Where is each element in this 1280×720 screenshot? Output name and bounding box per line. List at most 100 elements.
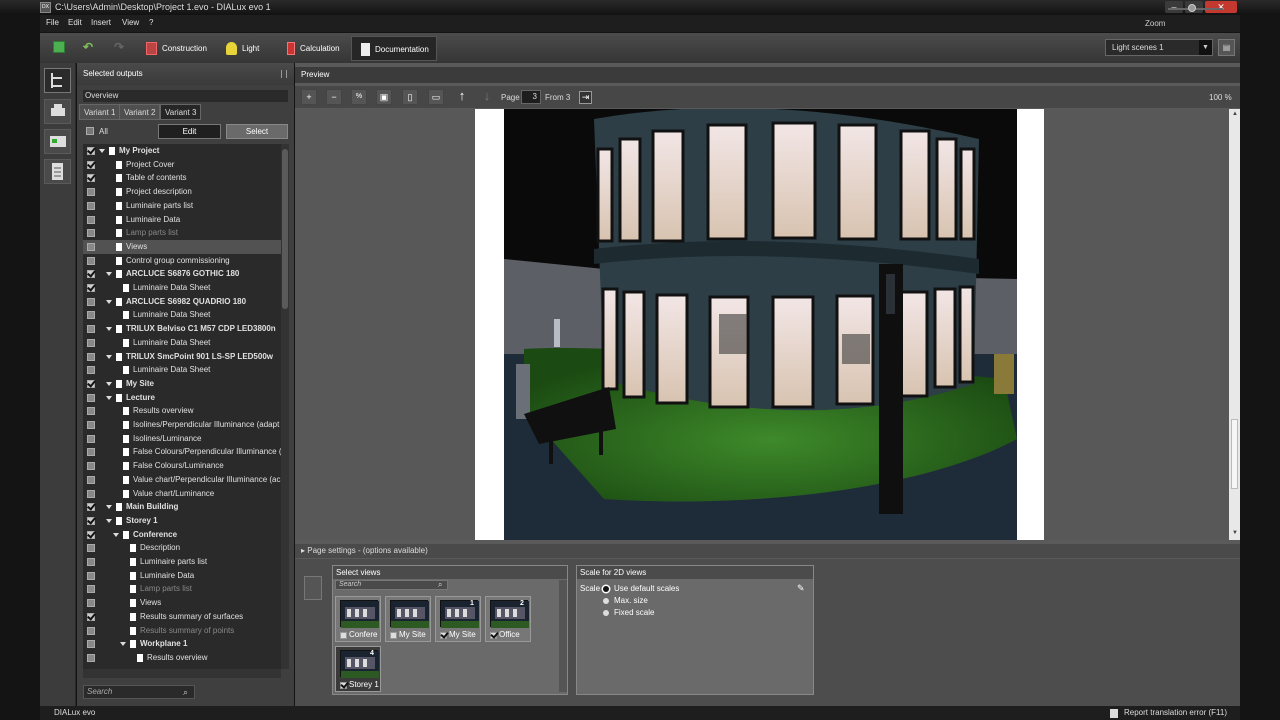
expand-arrow-icon[interactable] (99, 149, 105, 153)
tree-item-checkbox[interactable] (87, 160, 95, 169)
expand-arrow-icon[interactable] (106, 299, 112, 304)
tree-item-checkbox[interactable] (87, 311, 95, 320)
expand-arrow-icon[interactable] (106, 327, 112, 332)
tree-item[interactable]: Lamp parts list (83, 582, 281, 596)
tree-item-checkbox[interactable] (87, 516, 95, 525)
tree-item-checkbox[interactable] (87, 503, 95, 512)
tree-item-checkbox[interactable] (87, 544, 95, 553)
radio-max-size[interactable] (603, 598, 609, 604)
save-icon[interactable] (53, 41, 65, 53)
tree-item-checkbox[interactable] (87, 352, 95, 361)
tree-item-checkbox[interactable] (87, 188, 95, 197)
tree-item[interactable]: Project Cover (83, 158, 281, 172)
tab-variant-2[interactable]: Variant 2 (119, 104, 161, 120)
tree-item[interactable]: Luminaire Data Sheet (83, 281, 281, 295)
document-grid-icon[interactable] (44, 159, 71, 184)
views-scrollbar[interactable] (559, 580, 567, 692)
tree-item[interactable]: My Site (83, 377, 281, 391)
search-icon[interactable]: ⌕ (183, 687, 188, 698)
tree-item[interactable]: False Colours/Luminance (83, 459, 281, 473)
tree-item[interactable]: Project description (83, 185, 281, 199)
tree-item[interactable]: Luminaire Data Sheet (83, 336, 281, 350)
page-settings-bar[interactable]: ▸ Page settings - (options available) (295, 544, 1240, 558)
chevron-down-icon[interactable]: ▼ (1199, 40, 1212, 55)
scrollbar-thumb[interactable] (1231, 419, 1238, 489)
tree-item-checkbox[interactable] (87, 626, 95, 635)
tree-item[interactable]: Luminaire Data (83, 569, 281, 583)
tree-item-checkbox[interactable] (87, 612, 95, 621)
tree-item[interactable]: Main Building (83, 500, 281, 514)
tree-item-checkbox[interactable] (87, 379, 95, 388)
expand-arrow-icon[interactable] (120, 642, 126, 647)
tree-item[interactable]: TRILUX Belviso C1 M57 CDP LED3800n (83, 322, 281, 336)
expand-arrow-icon[interactable] (106, 395, 112, 400)
tree-item[interactable]: ARCLUCE S6982 QUADRIO 180 (83, 295, 281, 309)
light-scene-settings-icon[interactable]: ▤ (1218, 39, 1235, 56)
tree-item[interactable]: Lecture (83, 391, 281, 405)
tree-item[interactable]: Results summary of surfaces (83, 610, 281, 624)
preview-vertical-scrollbar[interactable]: ▲ ▼ (1229, 109, 1240, 540)
page-layout-icon[interactable] (44, 129, 71, 154)
tree-output-icon[interactable] (44, 68, 71, 93)
radio-default-scales[interactable] (603, 586, 609, 592)
tab-documentation[interactable]: Documentation (351, 36, 437, 61)
redo-icon[interactable]: ↷ (114, 40, 124, 54)
tree-item[interactable]: ARCLUCE S6876 GOTHIC 180 (83, 267, 281, 281)
tree-item-checkbox[interactable] (87, 229, 95, 238)
zoom-fit-icon[interactable]: % (351, 89, 367, 105)
tree-item[interactable]: Storey 1 (83, 514, 281, 528)
tree-item[interactable]: Isolines/Perpendicular Illuminance (adap… (83, 418, 281, 432)
tree-item-checkbox[interactable] (87, 201, 95, 210)
tree-item[interactable]: Results summary of points (83, 624, 281, 638)
tree-item[interactable]: Workplane 1 (83, 637, 281, 651)
expand-arrow-icon[interactable] (106, 354, 112, 359)
tree-item[interactable]: Luminaire Data Sheet (83, 308, 281, 322)
tree-item-checkbox[interactable] (87, 338, 95, 347)
menu-file[interactable]: File (46, 18, 59, 27)
tree-item[interactable]: Isolines/Luminance (83, 432, 281, 446)
view-thumbnail-checkbox[interactable] (490, 632, 497, 639)
tree-item[interactable]: Luminaire parts list (83, 199, 281, 213)
tab-calculation[interactable]: Calculation (283, 36, 344, 61)
view-thumbnail-checkbox[interactable] (390, 632, 397, 639)
view-thumbnail[interactable]: 2 Office (485, 596, 531, 642)
view-thumbnail-checkbox[interactable] (340, 632, 347, 639)
tree-item-checkbox[interactable] (87, 325, 95, 334)
tree-item-checkbox[interactable] (87, 640, 95, 649)
page-width-icon[interactable]: ▭ (428, 89, 444, 105)
tree-item-checkbox[interactable] (87, 475, 95, 484)
minimize-icon[interactable]: – (1165, 1, 1183, 13)
outputs-search-input[interactable]: Search (83, 685, 195, 699)
tree-item[interactable]: Description (83, 541, 281, 555)
menu-help[interactable]: ? (149, 18, 153, 27)
tree-item-checkbox[interactable] (87, 393, 95, 402)
tree-item[interactable]: Value chart/Perpendicular Illuminance (a… (83, 473, 281, 487)
menu-insert[interactable]: Insert (91, 18, 111, 27)
tree-item[interactable]: Results overview (83, 404, 281, 418)
tree-item-checkbox[interactable] (87, 653, 95, 662)
tree-item-checkbox[interactable] (87, 558, 95, 566)
light-scenes-select[interactable]: Light scenes 1 (1105, 39, 1213, 56)
tree-item[interactable]: Views (83, 596, 281, 610)
tree-item[interactable]: TRILUX SmcPoint 901 LS-SP LED500w (83, 350, 281, 364)
view-thumbnail-checkbox[interactable] (440, 632, 447, 639)
tree-item[interactable]: Lamp parts list (83, 226, 281, 240)
tree-scrollbar-thumb[interactable] (282, 149, 288, 309)
zoom-in-icon[interactable]: + (301, 89, 317, 105)
tree-item-checkbox[interactable] (87, 270, 95, 279)
tab-light[interactable]: Light (222, 36, 263, 61)
report-icon[interactable] (1110, 709, 1118, 718)
tree-item-checkbox[interactable] (87, 585, 95, 594)
undo-icon[interactable]: ↶ (83, 40, 93, 54)
tree-item[interactable]: Value chart/Luminance (83, 487, 281, 501)
tree-item[interactable]: My Project (83, 144, 281, 158)
tree-item-checkbox[interactable] (87, 434, 95, 443)
tree-item[interactable]: Control group commissioning (83, 254, 281, 268)
tree-item-checkbox[interactable] (87, 297, 95, 306)
zoom-slider-thumb[interactable] (1188, 4, 1196, 12)
tab-variant-3[interactable]: Variant 3 (160, 104, 202, 120)
tree-item-checkbox[interactable] (87, 242, 95, 251)
tree-item[interactable]: Views (83, 239, 281, 254)
expand-arrow-icon[interactable] (106, 505, 112, 510)
menu-view[interactable]: View (122, 18, 139, 27)
